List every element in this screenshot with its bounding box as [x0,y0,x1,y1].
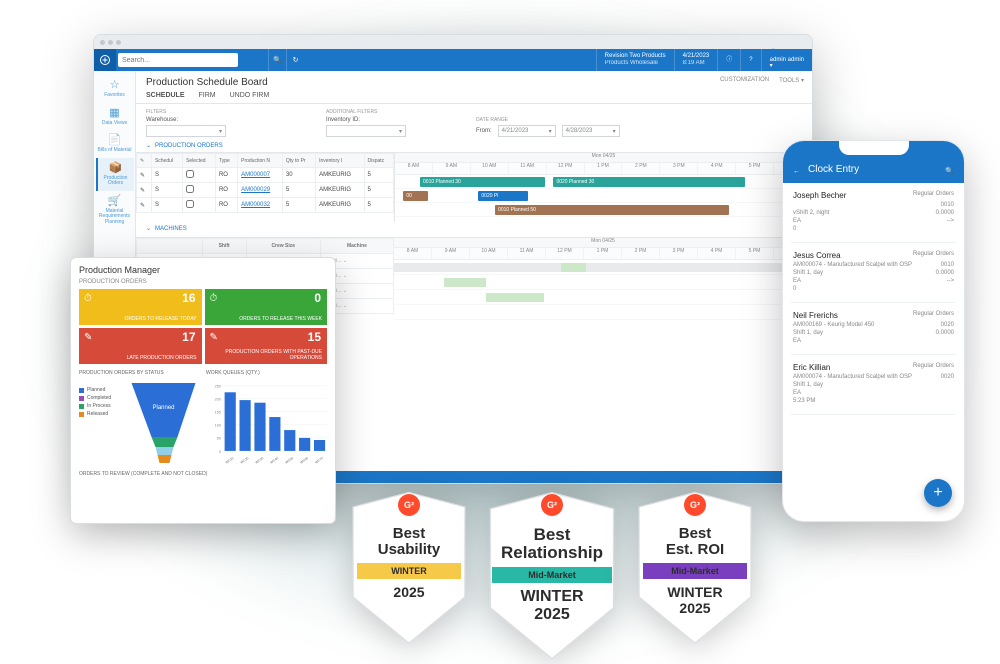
list-item[interactable]: Joseph BecherRegular Orders 0010 vShift … [791,183,956,243]
date-to[interactable]: 4/28/2023▾ [562,125,620,137]
nav-item[interactable]: 📦Production Orders [96,158,134,191]
svg-text:100: 100 [215,424,221,428]
row-checkbox[interactable] [186,185,194,193]
date-display[interactable]: 4/21/20238:19 AM [674,49,718,71]
list-item[interactable]: Jesus CorreaRegular Orders AM000074 - Ma… [791,243,956,303]
table-row[interactable]: ✎SROAM0000325AMKEURIG5 [137,198,394,213]
user-menu[interactable]: 👤 admin admin ▾ [761,49,812,71]
kpi-tile[interactable]: ⏱16ORDERS TO RELEASE TODAY [79,289,202,325]
app-logo-icon[interactable] [94,49,116,71]
award-badges: G² BestUsability WINTER 2025 G² BestRela… [348,490,756,664]
mobile-preview: ← Clock Entry 🔍 Joseph BecherRegular Ord… [782,140,965,522]
svg-text:250: 250 [215,385,221,389]
kpi-tile[interactable]: ✎15PRODUCTION ORDERS WITH PAST-DUE OPERA… [205,328,328,364]
add-fab[interactable]: + [924,479,952,507]
help-icon[interactable]: ? [740,49,760,71]
table-row[interactable]: ✎SROAM0000295AMKEURIG5 [137,183,394,198]
gantt-bar[interactable]: 0020 Planned 30 [553,177,745,187]
work-queues-chart: 0 50 100 150 200 250 WC10 WC20 WC30 WC40 WC50 WC60 W… [206,379,327,467]
svg-text:150: 150 [215,411,221,415]
svg-text:50: 50 [217,437,221,441]
kpi-tile[interactable]: ✎17LATE PRODUCTION ORDERS [79,328,202,364]
tab[interactable]: FIRM [199,92,216,99]
phone-title: Clock Entry [808,164,937,175]
svg-text:WC50: WC50 [284,456,294,465]
nav-item[interactable]: ☆Favorites [96,75,134,103]
svg-text:WC20: WC20 [240,456,250,465]
list-item[interactable]: Neil FrerichsRegular Orders AM000169 - K… [791,303,956,355]
award-badge: G² BestRelationship Mid-Market WINTER202… [482,490,622,664]
machines-gantt[interactable]: Mon 04/25 8 AM9 AM10 AM11 AM12 PM1 PM2 P… [394,238,812,320]
row-checkbox[interactable] [186,200,194,208]
tools-menu[interactable]: TOOLS ▾ [779,77,804,84]
phone-search-icon[interactable]: 🔍 [945,167,954,175]
page-tabs: SCHEDULE FIRM UNDO FIRM [136,90,812,104]
award-badge: G² BestUsability WINTER 2025 [348,490,470,648]
nav-item[interactable]: 📄Bills of Material [96,130,134,158]
production-manager-card: Production Manager PRODUCTION ORDERS ⏱16… [70,257,336,524]
back-icon[interactable]: ← [793,168,800,175]
nav-item[interactable]: ▦Data Views [96,103,134,131]
window-titlebar [94,35,812,49]
svg-text:WC30: WC30 [255,456,265,465]
orders-section-header[interactable]: ⌄PRODUCTION ORDERS [136,139,812,152]
orders-gantt[interactable]: Mon 04/25 8 AM9 AM10 AM11 AM12 PM1 PM2 P… [394,153,812,222]
page-title: Production Schedule Board [136,71,812,90]
card-title: Production Manager [79,265,327,275]
gantt-bar[interactable]: 00 [403,191,428,201]
customization-link[interactable]: CUSTOMIZATION [720,77,769,84]
orders-table: ✎SchedulSelectedTypeProduction NQty to P… [136,153,394,213]
svg-text:0: 0 [219,450,221,454]
list-item[interactable]: Eric KillianRegular Orders AM000074 - Ma… [791,355,956,415]
warehouse-select[interactable]: ▾ [146,125,226,137]
search-input[interactable] [118,53,238,67]
tab[interactable]: SCHEDULE [146,92,185,99]
award-badge: G² BestEst. ROI Mid-Market WINTER2025 [634,490,756,648]
funnel-chart: PlannedCompletedIn ProcessReleased Plann… [79,379,200,467]
svg-text:200: 200 [215,398,221,402]
app-header: 🔍 ↻ Revision Two Products Products Whole… [94,49,812,71]
tab[interactable]: UNDO FIRM [230,92,270,99]
table-row[interactable]: ✎SROAM00000730AMKEURIG5 [137,168,394,183]
refresh-button[interactable]: ↻ [286,49,304,71]
svg-text:Planned: Planned [152,405,174,411]
svg-text:WC60: WC60 [299,456,309,465]
svg-text:WC40: WC40 [269,456,279,465]
svg-text:WC70: WC70 [314,456,324,465]
machines-section-header[interactable]: ⌄MACHINES [136,222,812,235]
inventory-select[interactable]: ▾ [326,125,406,137]
row-checkbox[interactable] [186,170,194,178]
kpi-tile[interactable]: ⏱0ORDERS TO RELEASE THIS WEEK [205,289,328,325]
gantt-bar[interactable]: 0010 Planned 50 [495,205,729,215]
svg-text:WC10: WC10 [225,456,235,465]
filter-bar: FILTERS Warehouse: ▾ ADDITIONAL FILTERS … [136,104,812,139]
date-from[interactable]: 4/21/2023▾ [498,125,556,137]
search-button[interactable]: 🔍 [268,49,286,71]
gantt-bar[interactable]: 0020 Pl [478,191,528,201]
help-button[interactable]: ⓘ [717,49,740,71]
gantt-bar[interactable]: 0010 Planned 30 [420,177,545,187]
company-selector[interactable]: Revision Two Products Products Wholesale [596,49,674,71]
nav-item[interactable]: 🛒Material Requirements Planning [96,191,134,230]
